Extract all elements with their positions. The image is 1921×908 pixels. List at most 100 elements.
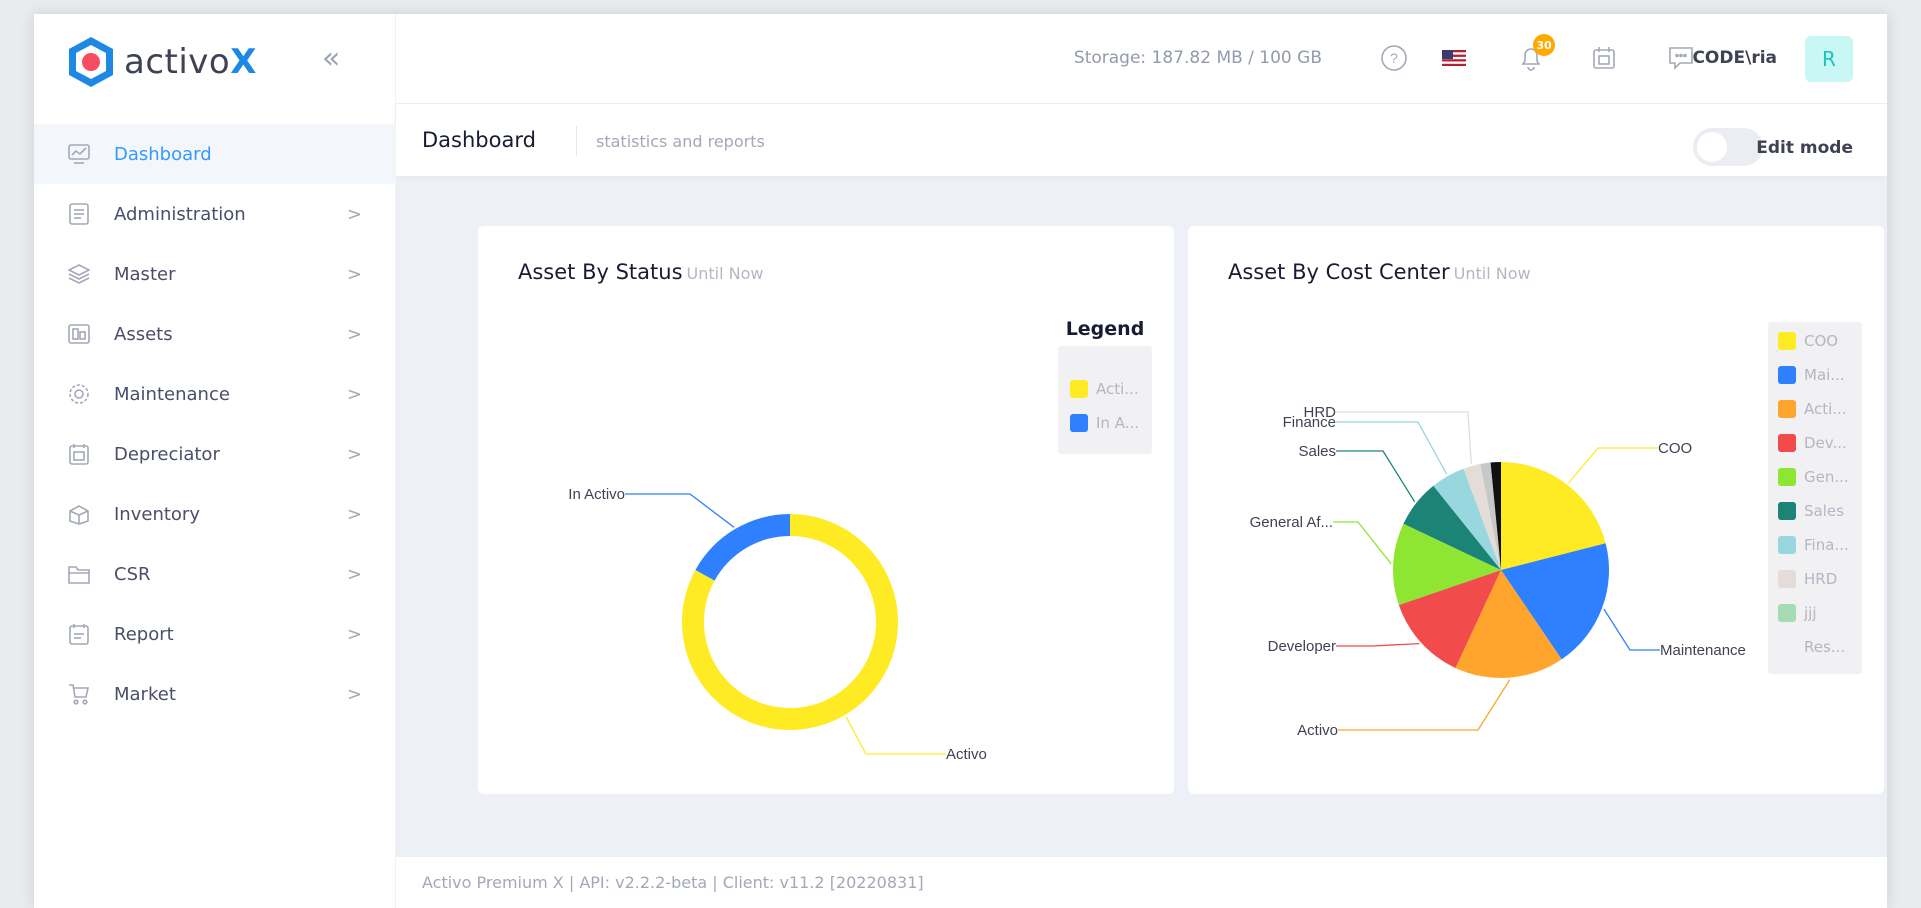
slice-label: In Activo — [568, 486, 625, 503]
help-icon[interactable]: ? — [1376, 40, 1412, 76]
label-connector — [1333, 521, 1392, 565]
legend-swatch — [1070, 414, 1088, 432]
chart-icon — [64, 139, 94, 169]
sidebar-item-label: CSR — [114, 563, 151, 585]
chevron-right-icon: > — [346, 383, 362, 405]
sidebar-item-market[interactable]: Market > — [34, 664, 396, 724]
chevron-right-icon: > — [346, 623, 362, 645]
svg-text:?: ? — [1390, 50, 1398, 66]
sidebar-item-label: Assets — [114, 323, 173, 345]
username[interactable]: CODE\ria — [1692, 48, 1777, 68]
topbar: Storage: 187.82 MB / 100 GB ? 30 CODE\ri… — [396, 14, 1887, 104]
legend-item[interactable]: Acti... — [1778, 400, 1847, 418]
legend-swatch — [1070, 380, 1088, 398]
chevron-right-icon: > — [346, 683, 362, 705]
footer-version-info: Activo Premium X | API: v2.2.2-beta | Cl… — [422, 873, 924, 892]
notification-bell-icon[interactable]: 30 — [1513, 34, 1555, 76]
slice-label: Developer — [1268, 638, 1336, 655]
legend-item[interactable]: Res... — [1804, 638, 1845, 656]
admin-icon — [64, 199, 94, 229]
edit-mode-label: Edit mode — [1756, 138, 1853, 158]
legend-item[interactable]: COO — [1778, 332, 1838, 350]
avatar[interactable]: R — [1805, 36, 1853, 82]
legend-swatch — [1778, 400, 1796, 418]
sidebar-item-label: Administration — [114, 203, 246, 225]
chevron-right-icon: > — [346, 263, 362, 285]
main-content: Storage: 187.82 MB / 100 GB ? 30 CODE\ri… — [396, 14, 1887, 908]
slice-label: Activo — [1297, 722, 1338, 739]
sidebar-item-master[interactable]: Master > — [34, 244, 396, 304]
legend-item[interactable]: In A... — [1070, 414, 1139, 432]
legend-item[interactable]: Acti... — [1070, 380, 1139, 398]
folder-icon — [64, 559, 94, 589]
legend-item[interactable]: Mai... — [1778, 366, 1845, 384]
legend-swatch — [1778, 434, 1796, 452]
calendar-icon[interactable] — [1586, 40, 1622, 76]
chevron-right-icon: > — [346, 443, 362, 465]
legend-swatch — [1778, 536, 1796, 554]
legend-swatch — [1778, 366, 1796, 384]
legend-item[interactable]: Sales — [1778, 502, 1844, 520]
asset-by-status-card: Asset By Status Until Now Activo In Activo… — [478, 226, 1174, 794]
asset-by-status-chart: Activo In Activo — [568, 486, 987, 763]
edit-mode-toggle[interactable] — [1693, 128, 1763, 166]
slice-label: Sales — [1298, 443, 1336, 460]
assets-icon — [64, 319, 94, 349]
label-connector — [1567, 447, 1658, 484]
sidebar-item-maintenance[interactable]: Maintenance > — [34, 364, 396, 424]
legend-item[interactable]: HRD — [1778, 570, 1837, 588]
sidebar: activoX « Dashboard Administration > Mas… — [34, 14, 396, 908]
sidebar-item-depreciator[interactable]: Depreciator > — [34, 424, 396, 484]
app-window: activoX « Dashboard Administration > Mas… — [34, 14, 1887, 908]
sidebar-item-report[interactable]: Report > — [34, 604, 396, 664]
label-connector — [1336, 411, 1472, 465]
legend-title: Legend — [1065, 318, 1145, 340]
legend-swatch — [1778, 332, 1796, 350]
slice-label: COO — [1658, 440, 1692, 457]
sidebar-item-csr[interactable]: CSR > — [34, 544, 396, 604]
brand-logo[interactable]: activoX — [66, 32, 257, 92]
legend-swatch — [1778, 570, 1796, 588]
label-connector — [1336, 421, 1448, 475]
gear-icon — [64, 379, 94, 409]
pie-slice[interactable] — [695, 514, 790, 581]
page-subtitle: statistics and reports — [596, 132, 765, 151]
us-flag-icon[interactable] — [1436, 40, 1472, 76]
legend-item[interactable]: Fina... — [1778, 536, 1849, 554]
sidebar-item-label: Depreciator — [114, 443, 220, 465]
sidebar-item-dashboard[interactable]: Dashboard — [34, 124, 396, 184]
legend-item[interactable]: Dev... — [1778, 434, 1847, 452]
subheader: Dashboard statistics and reports Edit mo… — [396, 104, 1887, 176]
activo-logo-icon — [69, 37, 113, 87]
storage-usage: Storage: 187.82 MB / 100 GB — [1073, 48, 1322, 68]
slice-label: General Af... — [1250, 514, 1333, 531]
sidebar-item-label: Dashboard — [114, 143, 212, 165]
label-connector — [1603, 608, 1660, 651]
legend-item[interactable]: jjj — [1778, 604, 1817, 622]
sidebar-item-label: Report — [114, 623, 174, 645]
chevron-right-icon: > — [346, 503, 362, 525]
sidebar-item-assets[interactable]: Assets > — [34, 304, 396, 364]
sidebar-item-inventory[interactable]: Inventory > — [34, 484, 396, 544]
asset-by-cost-center-card: Asset By Cost Center Until Now COO Mainten… — [1188, 226, 1884, 794]
sidebar-item-label: Market — [114, 683, 176, 705]
chart-legend: Legend Acti... In A... — [1058, 318, 1152, 454]
slice-label: HRD — [1304, 404, 1337, 421]
cart-icon — [64, 679, 94, 709]
label-connector — [1336, 450, 1416, 503]
chevron-right-icon: > — [346, 323, 362, 345]
chevron-right-icon: > — [346, 203, 362, 225]
layers-icon — [64, 259, 94, 289]
slice-label: Maintenance — [1660, 642, 1746, 659]
page-title: Dashboard — [422, 128, 536, 152]
double-chevron-left-icon[interactable]: « — [322, 44, 340, 74]
label-connector — [1336, 642, 1420, 647]
report-icon — [64, 619, 94, 649]
legend-swatch — [1778, 604, 1796, 622]
sidebar-item-label: Maintenance — [114, 383, 230, 405]
label-connector — [625, 493, 735, 528]
slice-label: Activo — [946, 746, 987, 763]
sidebar-item-administration[interactable]: Administration > — [34, 184, 396, 244]
sidebar-item-label: Master — [114, 263, 176, 285]
legend-item[interactable]: Gen... — [1778, 468, 1849, 486]
